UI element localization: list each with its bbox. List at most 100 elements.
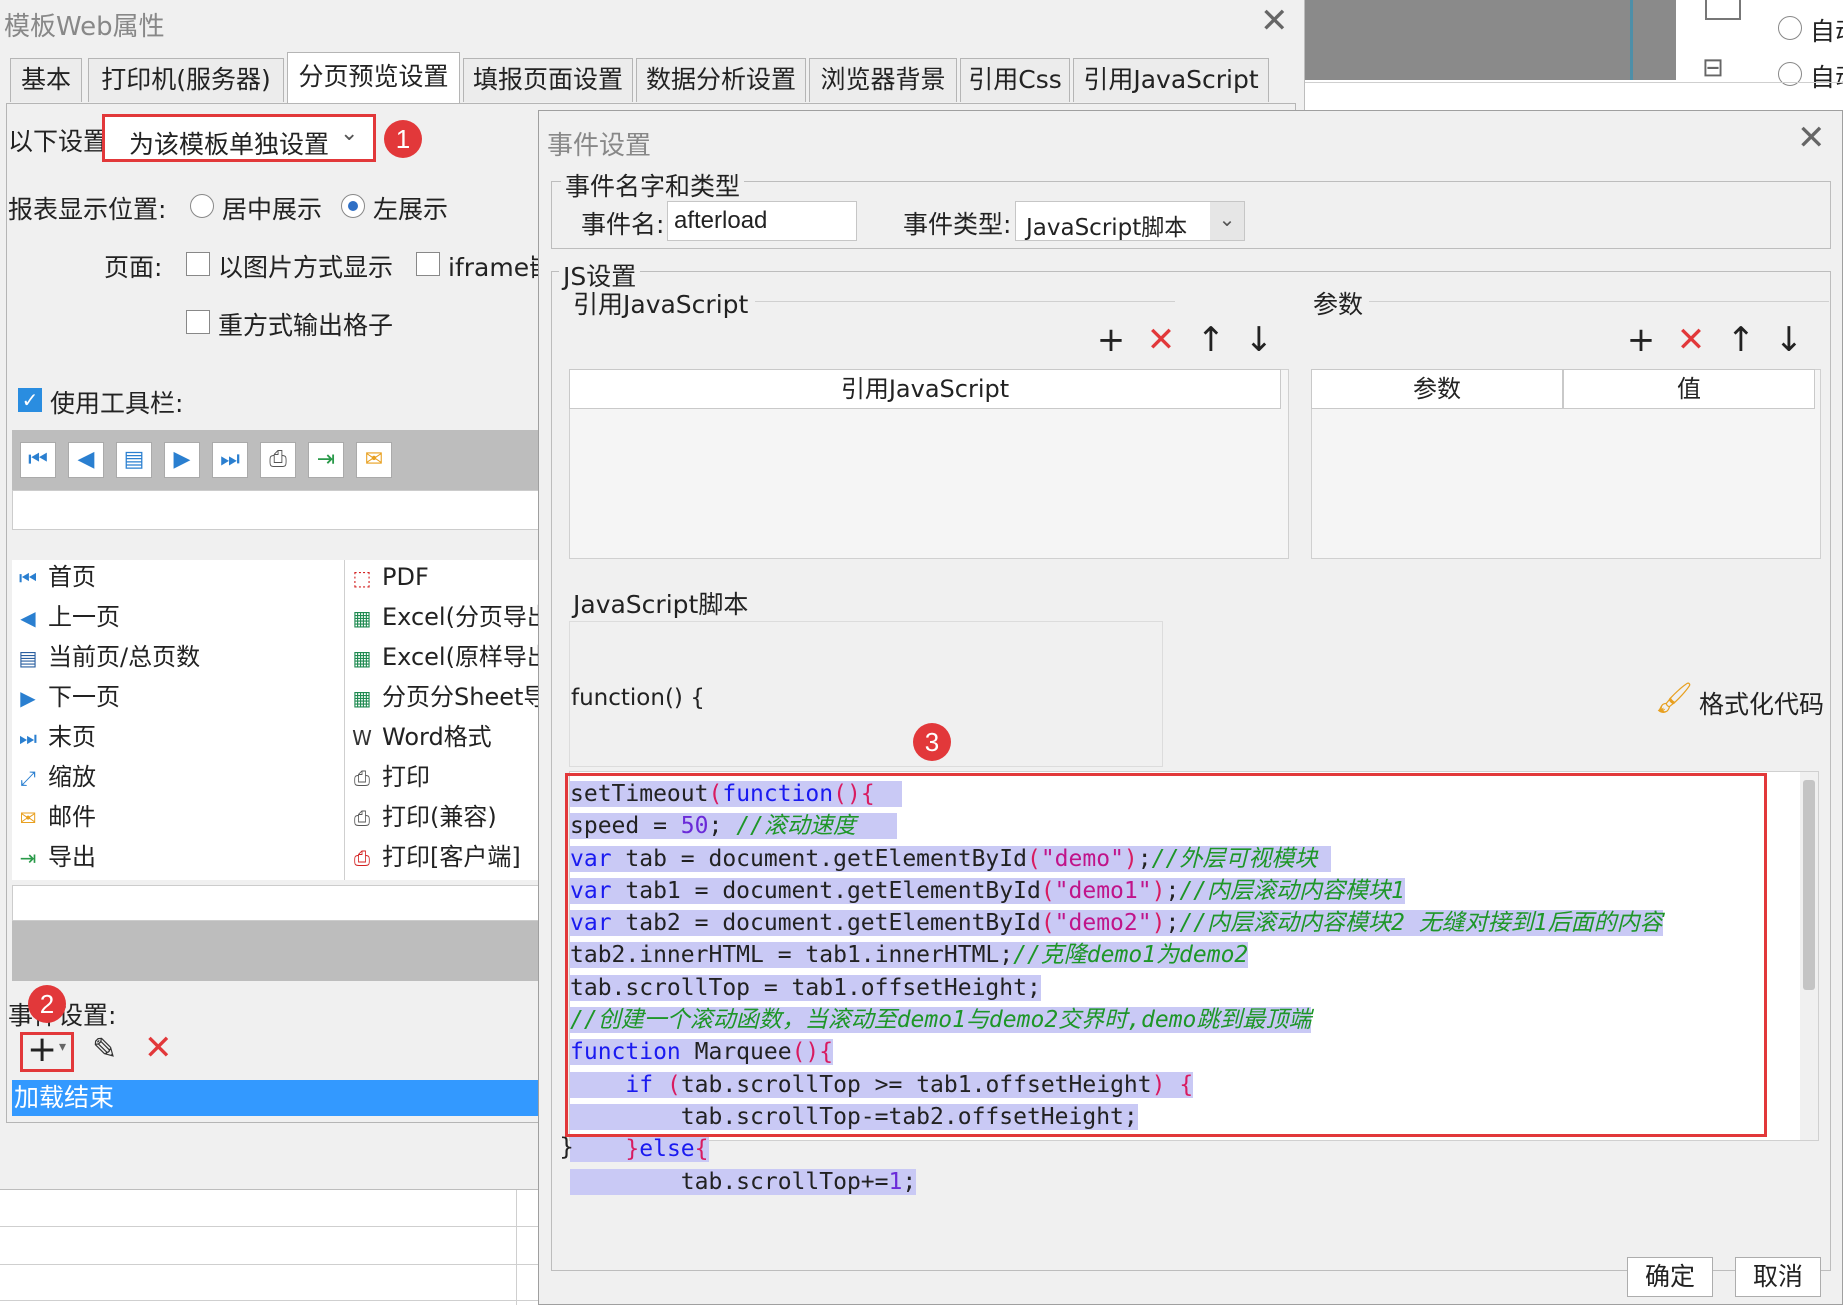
print-icon: ⎙	[354, 806, 370, 830]
move-down-ref-js-button[interactable]: ↓	[1239, 323, 1279, 357]
first-page-icon[interactable]: ⏮	[20, 442, 56, 478]
settings-select[interactable]: 为该模板单独设置 ⌄	[102, 114, 376, 162]
print-icon[interactable]: ⎙	[260, 442, 296, 478]
ref-js-title: 引用JavaScript	[573, 290, 749, 319]
toolbar-button-list: ⏮ 首页 ◀ 上一页 ▤ 当前页/总页数 ▶ 下一页 ⏭ 末页 ⤢ 缩放 ✉ 邮件 ⇥ 导出 ⬚…	[12, 560, 540, 880]
move-up-ref-js-button[interactable]: ↑	[1191, 323, 1231, 357]
radio-left[interactable]	[341, 194, 365, 218]
tab-printer[interactable]: 打印机(服务器)	[88, 58, 284, 102]
list-item[interactable]: ▤ 当前页/总页数	[16, 640, 336, 674]
last-page-icon: ⏭	[19, 726, 37, 750]
format-code-button[interactable]: 格式化代码	[1699, 685, 1824, 721]
settings-label: 以下设置:	[8, 127, 117, 156]
cancel-button[interactable]: 取消	[1735, 1257, 1821, 1297]
list-item[interactable]: W Word格式	[350, 720, 540, 754]
tab-ref-css[interactable]: 引用Css	[960, 58, 1070, 102]
iframe-label: iframe嵌	[448, 253, 538, 282]
list-item[interactable]: ◀ 上一页	[16, 600, 336, 634]
iframe-checkbox[interactable]	[416, 252, 440, 276]
toolbar-preview: ⏮ ◀ ▤ ▶ ⏭ ⎙ ⇥ ✉	[12, 430, 540, 490]
list-item[interactable]: ⎙ 打印(兼容)	[350, 800, 540, 834]
move-up-param-button[interactable]: ↑	[1721, 323, 1761, 357]
spreadsheet-area	[0, 1190, 538, 1305]
close-icon[interactable]: ✕	[1260, 4, 1289, 38]
toolbar-empty-row	[12, 490, 540, 530]
params-title: 参数	[1313, 290, 1364, 319]
add-ref-js-button[interactable]: +	[1091, 323, 1131, 357]
list-item[interactable]: ⬚ PDF	[350, 560, 540, 594]
value-column-header: 值	[1563, 369, 1815, 409]
step-badge-1: 1	[384, 120, 422, 158]
list-item[interactable]: ▦ Excel(分页导出	[350, 600, 540, 634]
step-badge-3: 3	[913, 723, 951, 761]
next-page-icon[interactable]: ▶	[164, 442, 200, 478]
page-count-icon[interactable]: ▤	[116, 442, 152, 478]
dialog-title: 事件设置	[547, 131, 652, 161]
event-settings-dialog: 事件设置 ✕ 事件名字和类型 事件名: afterload 事件类型: Java…	[538, 110, 1843, 1305]
list-item[interactable]: ⏭ 末页	[16, 720, 336, 754]
param-column-header: 参数	[1311, 369, 1563, 409]
code-highlight-box	[565, 773, 1767, 1137]
list-item[interactable]: ▶ 下一页	[16, 680, 336, 714]
close-icon[interactable]: ✕	[1797, 121, 1826, 155]
bg-radio-auto-1[interactable]	[1778, 16, 1802, 40]
chevron-down-icon: ⌄	[340, 121, 359, 146]
add-event-button[interactable]: + ▾	[20, 1029, 74, 1072]
tab-ref-javascript[interactable]: 引用JavaScript	[1073, 58, 1269, 102]
radio-center[interactable]	[190, 194, 214, 218]
tab-data-analysis[interactable]: 数据分析设置	[636, 58, 806, 102]
list-item[interactable]: ⤢ 缩放	[16, 760, 336, 794]
script-label: JavaScript脚本	[573, 590, 749, 619]
output-grid-label: 重方式输出格子	[218, 311, 394, 340]
page-count-icon: ▤	[18, 646, 38, 670]
tab-basic[interactable]: 基本	[10, 58, 82, 102]
list-item[interactable]: ▦ 分页分Sheet导	[350, 680, 540, 714]
mail-icon: ✉	[19, 806, 37, 830]
tab-page-preview[interactable]: 分页预览设置	[287, 52, 460, 104]
image-mode-label: 以图片方式显示	[218, 253, 394, 282]
plus-icon: +	[27, 1029, 58, 1070]
print-icon: ⎙	[354, 766, 370, 790]
list-item[interactable]: ⏮ 首页	[16, 560, 336, 594]
pdf-icon: ⬚	[352, 566, 372, 590]
format-brush-icon[interactable]: 🖌	[1655, 681, 1693, 716]
use-toolbar-checkbox[interactable]: ✓	[18, 388, 42, 412]
export-icon[interactable]: ⇥	[308, 442, 344, 478]
word-icon: W	[352, 726, 372, 750]
output-grid-checkbox[interactable]	[186, 310, 210, 334]
event-name-input[interactable]: afterload	[667, 201, 857, 241]
chevron-down-icon: ⌄	[1210, 202, 1244, 240]
event-type-select[interactable]: JavaScript脚本 ⌄	[1015, 201, 1245, 241]
scrollbar-thumb[interactable]	[1803, 780, 1815, 990]
event-type-value: JavaScript脚本	[1026, 215, 1188, 241]
code-scrollbar[interactable]	[1800, 772, 1818, 1140]
list-item[interactable]: ⎙ 打印[客户端]	[350, 840, 540, 874]
background-panel	[1300, 0, 1630, 80]
step-badge-2: 2	[28, 985, 66, 1023]
list-item[interactable]: ⎙ 打印	[350, 760, 540, 794]
add-param-button[interactable]: +	[1621, 323, 1661, 357]
event-list-item-selected[interactable]: 加载结束	[12, 1080, 540, 1116]
background-right: ⊟ 自动 自动	[1700, 0, 1843, 110]
tab-fill-page[interactable]: 填报页面设置	[463, 58, 633, 102]
radio-left-label: 左展示	[373, 195, 449, 224]
prev-page-icon: ◀	[20, 606, 36, 630]
last-page-icon[interactable]: ⏭	[212, 442, 248, 478]
delete-ref-js-button[interactable]: ✕	[1141, 323, 1181, 357]
delete-param-button[interactable]: ✕	[1671, 323, 1711, 357]
tab-browser-background[interactable]: 浏览器背景	[809, 58, 957, 102]
list-item[interactable]: ▦ Excel(原样导出	[350, 640, 540, 674]
ok-button[interactable]: 确定	[1627, 1257, 1713, 1297]
align-icon: ⊟	[1702, 53, 1724, 83]
mail-icon[interactable]: ✉	[356, 442, 392, 478]
image-mode-checkbox[interactable]	[186, 252, 210, 276]
list-item[interactable]: ⇥ 导出	[16, 840, 336, 874]
export-icon: ⇥	[19, 846, 37, 870]
edit-icon[interactable]: ✎	[92, 1032, 117, 1067]
move-down-param-button[interactable]: ↓	[1769, 323, 1809, 357]
delete-icon[interactable]: ✕	[144, 1028, 173, 1068]
closing-brace: }	[559, 1133, 575, 1161]
list-item[interactable]: ✉ 邮件	[16, 800, 336, 834]
prev-page-icon[interactable]: ◀	[68, 442, 104, 478]
use-toolbar-label: 使用工具栏:	[50, 389, 184, 418]
